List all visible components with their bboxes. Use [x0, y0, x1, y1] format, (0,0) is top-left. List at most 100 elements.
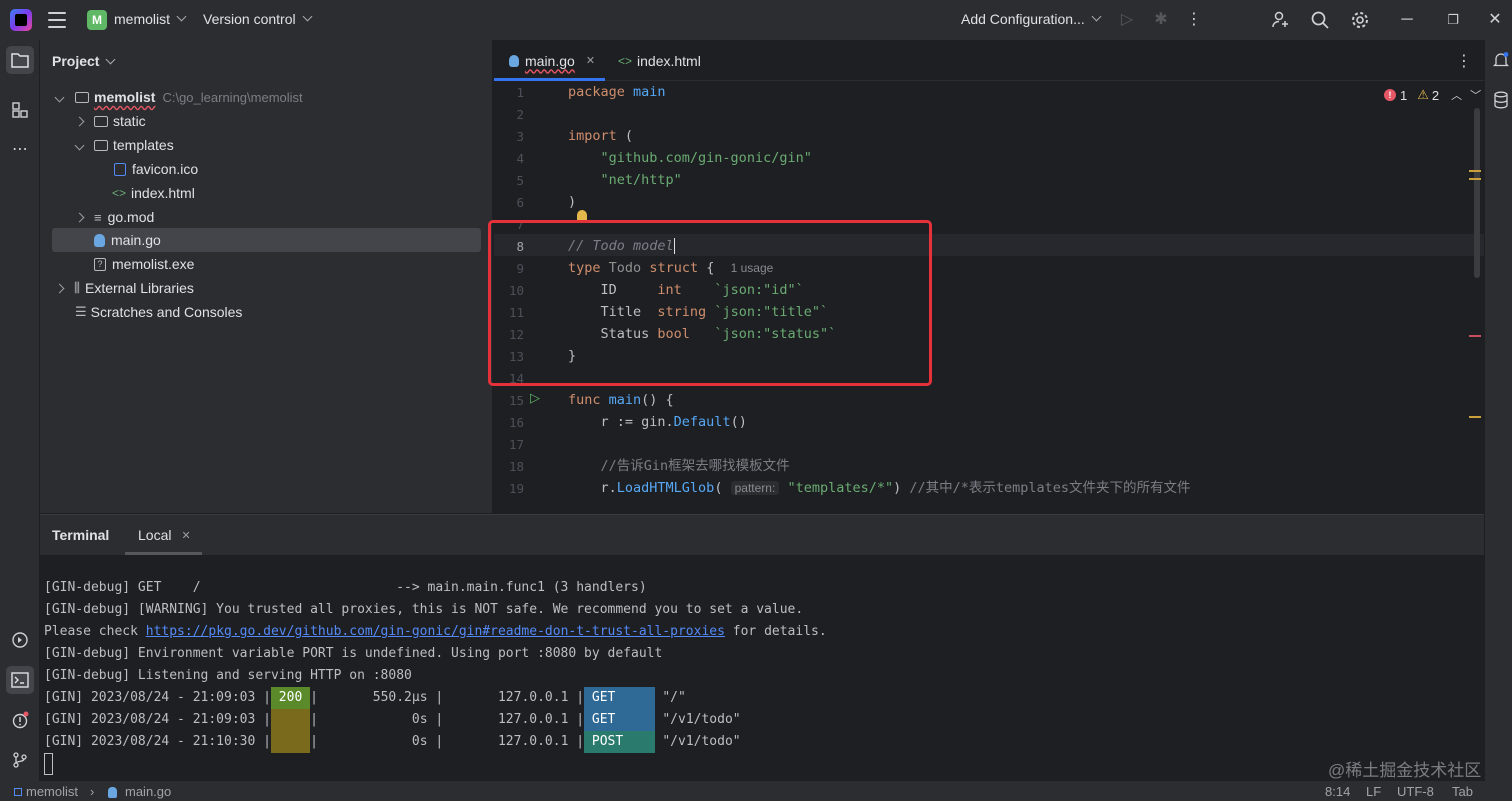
html-file-icon: <>	[112, 186, 127, 200]
close-tab-icon[interactable]: ✕	[586, 54, 595, 67]
terminal-line: [GIN-debug] GET / --> main.main.func1 (3…	[44, 580, 647, 595]
more-tools-icon[interactable]: ⋯	[6, 136, 34, 164]
tree-item-label: memolist	[94, 89, 156, 105]
expand-arrow-icon[interactable]	[74, 140, 85, 150]
log-latency: | 0s | 127.0.0.1 |	[310, 734, 585, 749]
line-number: 19	[508, 481, 524, 496]
services-icon[interactable]	[6, 626, 34, 654]
tree-item-label: static	[113, 113, 146, 129]
line-number: 17	[508, 437, 524, 452]
tree-item-label: templates	[113, 137, 174, 153]
tree-item-external-libraries[interactable]: ⫼ External Libraries	[52, 276, 481, 300]
close-icon[interactable]: ✕	[1485, 10, 1505, 30]
tree-item-favicon[interactable]: favicon.ico	[52, 157, 481, 181]
add-user-icon[interactable]	[1271, 10, 1291, 30]
main-menu-icon[interactable]	[48, 12, 66, 28]
ide-logo-icon[interactable]	[10, 9, 32, 31]
left-tool-strip: ⋯	[0, 40, 40, 781]
code-line: import (	[568, 128, 634, 144]
project-panel-title[interactable]: Project	[52, 53, 116, 69]
tree-item-go-mod[interactable]: ≡ go.mod	[52, 205, 481, 229]
indent-setting[interactable]: Tab	[1452, 784, 1473, 799]
problems-icon[interactable]	[6, 706, 34, 734]
debug-icon[interactable]: ✱	[1151, 10, 1171, 30]
expand-arrow-icon[interactable]	[54, 92, 65, 102]
title-bar: M memolist Version control Add Configura…	[0, 0, 1512, 40]
run-icon[interactable]: ▷	[1117, 10, 1137, 30]
unknown-file-icon: ?	[94, 257, 106, 271]
code-line: //告诉Gin框架去哪找模板文件	[600, 458, 790, 474]
error-marker[interactable]	[1469, 335, 1481, 337]
tree-item-scratches[interactable]: ☰ Scratches and Consoles	[52, 300, 481, 324]
go-file-icon	[108, 787, 117, 798]
run-gutter-icon[interactable]: ▷	[530, 390, 540, 406]
structure-tool-icon[interactable]	[6, 96, 34, 124]
run-configuration-select[interactable]: Add Configuration...	[961, 11, 1102, 27]
line-number: 4	[516, 151, 524, 166]
warning-marker[interactable]	[1469, 170, 1481, 172]
terminal-line: Please check https://pkg.go.dev/github.c…	[44, 621, 827, 643]
minimize-icon[interactable]: ─	[1397, 10, 1417, 30]
terminal-line: [GIN-debug] Listening and serving HTTP o…	[44, 668, 412, 683]
status-badge: 200	[270, 731, 311, 753]
method-badge: GET	[584, 709, 655, 731]
editor-scrollbar[interactable]	[1474, 108, 1480, 278]
tree-item-memolist[interactable]: memolist C:\go_learning\memolist	[52, 85, 481, 109]
tree-item-label: Scratches and Consoles	[90, 304, 243, 320]
project-path-hint: C:\go_learning\memolist	[162, 89, 303, 105]
code-line: r.LoadHTMLGlob( pattern: "templates/*") …	[568, 480, 1191, 496]
search-icon[interactable]	[1310, 10, 1330, 30]
file-encoding[interactable]: UTF-8	[1397, 784, 1434, 799]
maximize-icon[interactable]: ❐	[1443, 10, 1463, 30]
project-tool-icon[interactable]	[6, 46, 34, 74]
notifications-icon[interactable]	[1487, 46, 1512, 74]
tree-item-label: memolist.exe	[112, 256, 195, 272]
expand-arrow-icon[interactable]	[54, 283, 65, 293]
terminal-tab-local[interactable]: Local ✕	[125, 515, 202, 555]
line-number: 2	[516, 107, 524, 122]
close-tab-icon[interactable]: ✕	[181, 529, 190, 542]
proxies-doc-link[interactable]: https://pkg.go.dev/github.com/gin-gonic/…	[146, 624, 725, 639]
configuration-label: Add Configuration...	[961, 11, 1085, 27]
database-icon[interactable]	[1487, 86, 1512, 114]
tree-item-main-go[interactable]: main.go	[52, 228, 481, 252]
line-number: 18	[508, 459, 524, 474]
panel-title-label: Project	[52, 53, 100, 69]
tree-item-index-html[interactable]: <> index.html	[52, 181, 481, 205]
gear-icon[interactable]	[1350, 10, 1370, 30]
go-file-icon	[509, 54, 519, 67]
version-control-menu[interactable]: Version control	[203, 11, 313, 27]
tree-item-templates[interactable]: templates	[52, 133, 481, 157]
editor-tabs: main.go ✕ <> index.html ⋮	[494, 40, 1484, 81]
git-icon[interactable]	[6, 746, 34, 774]
tree-item-label: main.go	[111, 232, 161, 248]
breadcrumb-file[interactable]: main.go	[125, 784, 171, 799]
expand-arrow-icon[interactable]	[74, 116, 85, 126]
line-ending[interactable]: LF	[1366, 784, 1381, 799]
breadcrumb-project[interactable]: memolist	[26, 784, 78, 799]
request-log-line: [GIN] 2023/08/24 - 21:09:03 | 200 | 0s |…	[44, 709, 741, 731]
project-switcher[interactable]: memolist	[114, 11, 187, 27]
tree-item-memolist-exe[interactable]: ? memolist.exe	[52, 252, 481, 276]
tab-main-go[interactable]: main.go ✕	[494, 40, 605, 81]
module-file-icon: ≡	[94, 209, 102, 225]
terminal-text: for details.	[724, 624, 827, 639]
more-actions-icon[interactable]: ⋮	[1184, 10, 1204, 30]
project-panel: Project memolist C:\go_learning\memolist…	[40, 40, 493, 513]
tab-options-icon[interactable]: ⋮	[1456, 51, 1472, 71]
code-line: "github.com/gin-gonic/gin"	[600, 150, 812, 166]
tree-item-static[interactable]: static	[52, 109, 481, 133]
line-number: 6	[516, 195, 524, 210]
parameter-hint: pattern:	[730, 481, 780, 495]
terminal-tool-icon[interactable]	[6, 666, 34, 694]
chevron-down-icon	[302, 11, 313, 21]
log-prefix: [GIN] 2023/08/24 - 21:09:03 |	[44, 712, 271, 727]
caret-position[interactable]: 8:14	[1325, 784, 1350, 799]
warning-marker[interactable]	[1469, 178, 1481, 180]
expand-arrow-icon[interactable]	[74, 212, 85, 222]
right-tool-strip	[1484, 40, 1512, 781]
chevron-down-icon	[106, 54, 116, 65]
warning-marker[interactable]	[1469, 416, 1481, 418]
chevron-down-icon[interactable]: ﹀	[1470, 87, 1481, 103]
tab-index-html[interactable]: <> index.html	[618, 40, 701, 81]
